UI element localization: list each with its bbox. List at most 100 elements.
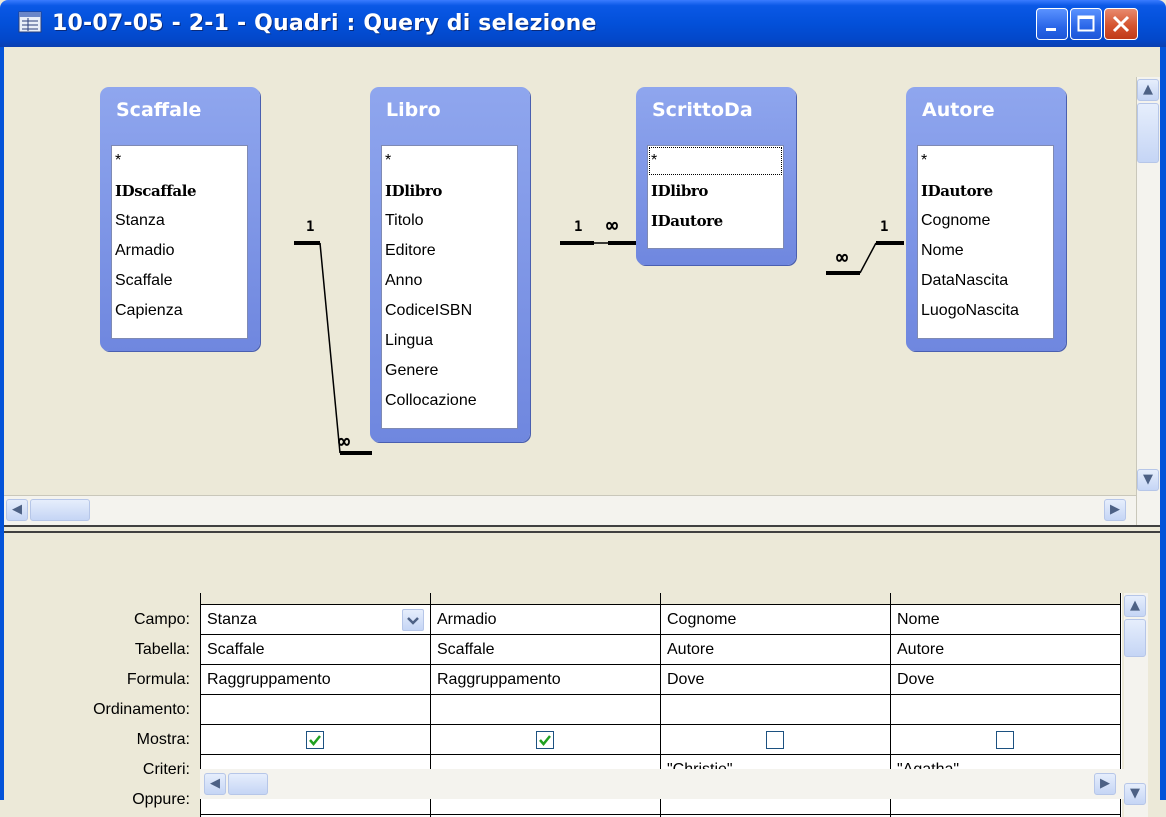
grid-cell-formula[interactable]: Dove	[661, 665, 890, 695]
maximize-button[interactable]	[1070, 8, 1102, 40]
title-bar[interactable]: 10-07-05 - 2-1 - Quadri : Query di selez…	[0, 0, 1166, 47]
field-item[interactable]: Nome	[918, 236, 1053, 266]
show-checkbox[interactable]	[766, 731, 784, 749]
chevron-left-icon: ◀	[12, 502, 22, 517]
table-scrittoda[interactable]: ScrittoDa * IDlibro IDautore	[636, 87, 796, 265]
field-item[interactable]: DataNascita	[918, 266, 1053, 296]
row-label-campo: Campo:	[133, 611, 190, 628]
grid-cell-text: Autore	[667, 641, 715, 658]
grid-cell-text: Nome	[897, 611, 940, 628]
table-autore[interactable]: Autore * IDautore Cognome Nome DataNascita Lu…	[906, 87, 1066, 351]
minimize-button[interactable]	[1036, 8, 1068, 40]
field-item[interactable]: IDautore	[918, 176, 1053, 206]
grid-cell-ordinamento[interactable]	[891, 695, 1120, 725]
grid-cell-text: Dove	[897, 671, 935, 688]
field-list[interactable]: * IDlibro Titolo Editore Anno CodiceISBN Lingu…	[381, 145, 518, 429]
scroll-thumb[interactable]	[1124, 619, 1146, 657]
field-item[interactable]: Stanza	[112, 206, 247, 236]
scroll-thumb[interactable]	[1137, 103, 1159, 163]
field-all-columns[interactable]: *	[918, 146, 1053, 176]
grid-cell-text: Raggruppamento	[437, 671, 561, 688]
field-item[interactable]: Anno	[382, 266, 517, 296]
field-item[interactable]: Armadio	[112, 236, 247, 266]
grid-cell-campo[interactable]: Stanza	[201, 605, 430, 635]
table-diagram-pane[interactable]: 1 ∞ 1 ∞ ∞ 1 Scaffale * IDscaffale Stanza Ar…	[4, 77, 1136, 495]
scroll-down-button[interactable]: ▼	[1137, 469, 1159, 491]
grid-cell-mostra[interactable]	[431, 725, 660, 755]
scroll-up-button[interactable]: ▲	[1124, 595, 1146, 617]
grid-cell-mostra[interactable]	[661, 725, 890, 755]
field-item[interactable]: Capienza	[112, 296, 247, 326]
field-all-columns[interactable]: *	[382, 146, 517, 176]
grid-cell-tabella[interactable]: Autore	[891, 635, 1120, 665]
show-checkbox[interactable]	[536, 731, 554, 749]
pane-splitter[interactable]	[4, 525, 1160, 533]
field-item[interactable]: Titolo	[382, 206, 517, 236]
grid-cell-tabella[interactable]: Autore	[661, 635, 890, 665]
close-button[interactable]	[1104, 8, 1138, 40]
chevron-down-icon: ▼	[1130, 786, 1140, 801]
field-item[interactable]: Genere	[382, 356, 517, 386]
scroll-thumb[interactable]	[30, 499, 90, 521]
scroll-right-button[interactable]: ▶	[1104, 499, 1126, 521]
show-checkbox[interactable]	[306, 731, 324, 749]
scroll-thumb[interactable]	[228, 773, 268, 795]
grid-cell-formula[interactable]: Raggruppamento	[201, 665, 430, 695]
relation-many-label: ∞	[836, 245, 849, 269]
field-item[interactable]: IDlibro	[382, 176, 517, 206]
diagram-vertical-scrollbar[interactable]: ▲ ▼	[1136, 77, 1160, 525]
scroll-left-button[interactable]: ◀	[6, 499, 28, 521]
grid-cell-tabella[interactable]: Scaffale	[431, 635, 660, 665]
column-selector[interactable]	[891, 593, 1120, 605]
scroll-up-button[interactable]: ▲	[1137, 79, 1159, 101]
table-scaffale[interactable]: Scaffale * IDscaffale Stanza Armadio Scaffal…	[100, 87, 260, 351]
field-item[interactable]: IDautore	[648, 206, 783, 236]
field-item[interactable]: LuogoNascita	[918, 296, 1053, 326]
grid-cell-campo[interactable]: Armadio	[431, 605, 660, 635]
field-item[interactable]: Editore	[382, 236, 517, 266]
scroll-right-button[interactable]: ▶	[1094, 773, 1116, 795]
grid-cell-text: Autore	[897, 641, 945, 658]
table-title: Autore	[922, 99, 995, 121]
field-item[interactable]: Lingua	[382, 326, 517, 356]
column-selector[interactable]	[661, 593, 890, 605]
field-all-columns[interactable]: *	[648, 146, 783, 176]
relation-many-label: ∞	[606, 213, 619, 237]
row-label-criteri: Criteri:	[142, 761, 190, 778]
diagram-horizontal-scrollbar[interactable]: ◀ ▶	[4, 495, 1136, 525]
grid-vertical-scrollbar[interactable]: ▲ ▼	[1124, 593, 1148, 817]
scroll-down-button[interactable]: ▼	[1124, 783, 1146, 805]
field-list[interactable]: * IDautore Cognome Nome DataNascita LuogoNasc…	[917, 145, 1054, 339]
window-content: 1 ∞ 1 ∞ ∞ 1 Scaffale * IDscaffale Stanza Ar…	[4, 47, 1160, 817]
field-item[interactable]: Cognome	[918, 206, 1053, 236]
grid-horizontal-scrollbar[interactable]: ◀ ▶	[200, 769, 1124, 799]
grid-cell-ordinamento[interactable]	[431, 695, 660, 725]
field-list[interactable]: * IDlibro IDautore	[647, 145, 784, 249]
grid-cell-mostra[interactable]	[891, 725, 1120, 755]
grid-cell-tabella[interactable]: Scaffale	[201, 635, 430, 665]
field-list[interactable]: * IDscaffale Stanza Armadio Scaffale Capienza	[111, 145, 248, 339]
grid-cell-mostra[interactable]	[201, 725, 430, 755]
grid-cell-campo[interactable]: Nome	[891, 605, 1120, 635]
table-libro[interactable]: Libro * IDlibro Titolo Editore Anno CodiceISB…	[370, 87, 530, 442]
grid-cell-ordinamento[interactable]	[201, 695, 430, 725]
field-item[interactable]: IDlibro	[648, 176, 783, 206]
grid-cell-formula[interactable]: Raggruppamento	[431, 665, 660, 695]
check-icon	[309, 735, 321, 746]
field-item[interactable]: IDscaffale	[112, 176, 247, 206]
grid-cell-campo[interactable]: Cognome	[661, 605, 890, 635]
field-all-columns[interactable]: *	[112, 146, 247, 176]
minimize-icon	[1046, 28, 1056, 31]
scroll-left-button[interactable]: ◀	[204, 773, 226, 795]
field-item[interactable]: Collocazione	[382, 386, 517, 416]
field-item[interactable]: Scaffale	[112, 266, 247, 296]
grid-cell-ordinamento[interactable]	[661, 695, 890, 725]
field-item[interactable]: CodiceISBN	[382, 296, 517, 326]
column-selector[interactable]	[201, 593, 430, 605]
window-frame: 1 ∞ 1 ∞ ∞ 1 Scaffale * IDscaffale Stanza Ar…	[0, 47, 1166, 817]
column-selector[interactable]	[431, 593, 660, 605]
grid-cell-formula[interactable]: Dove	[891, 665, 1120, 695]
diagram-top-strip	[4, 47, 1160, 77]
field-dropdown-button[interactable]	[402, 609, 424, 631]
show-checkbox[interactable]	[996, 731, 1014, 749]
